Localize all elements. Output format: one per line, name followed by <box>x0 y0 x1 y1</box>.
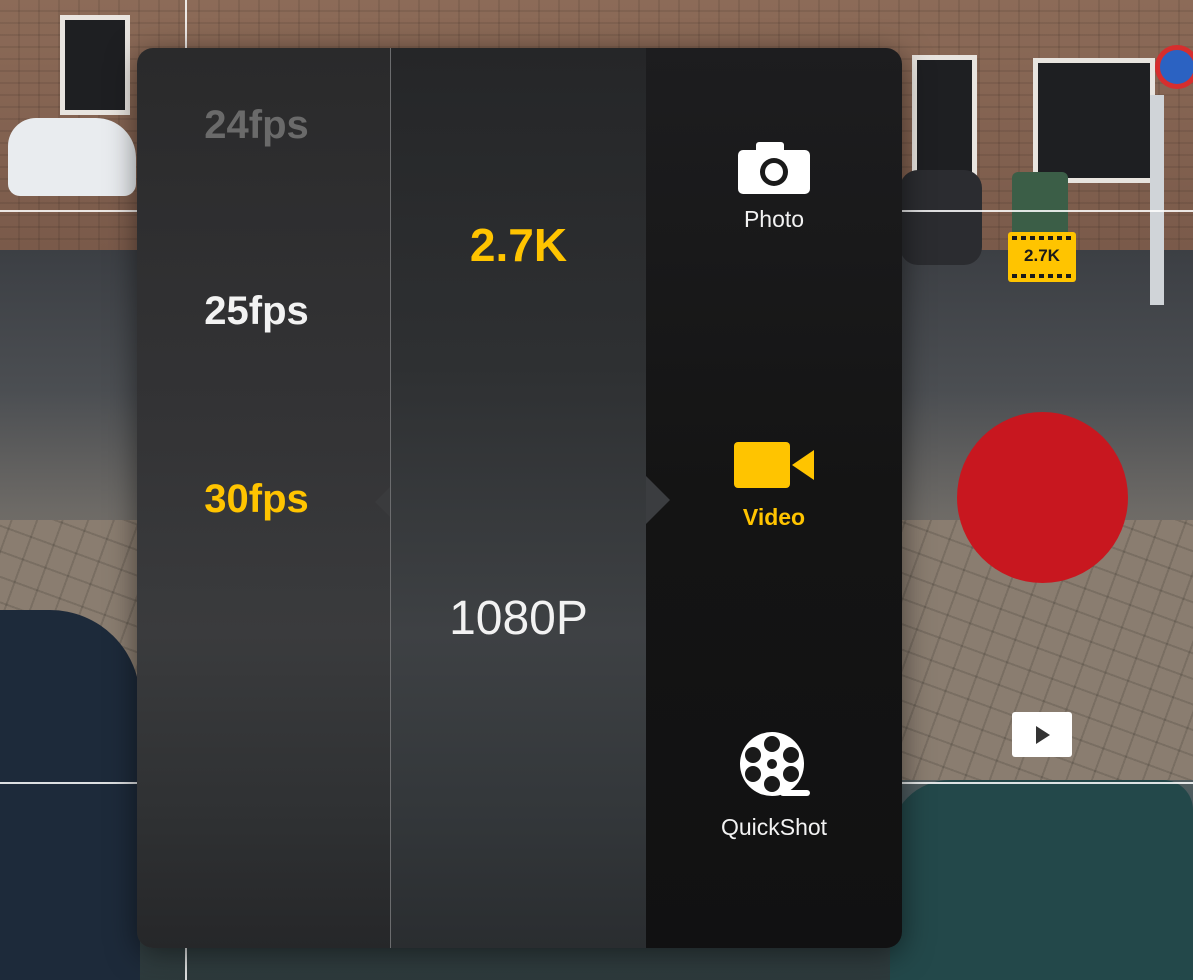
frame-rate-picker[interactable]: 24fps 25fps 30fps <box>137 48 391 948</box>
resolution-option-label: 2.7K <box>469 219 568 271</box>
viewfinder-car <box>900 170 982 265</box>
viewfinder-sign <box>1155 45 1193 89</box>
mode-quickshot-button[interactable]: QuickShot <box>646 728 902 841</box>
resolution-badge-label: 2.7K <box>1024 246 1060 265</box>
mode-video-button[interactable]: Video <box>646 436 902 531</box>
video-camera-icon <box>734 442 814 488</box>
fps-option-30[interactable]: 30fps <box>137 477 383 522</box>
capture-settings-panel: 24fps 25fps 30fps 2.7K 1080P Photo Video… <box>137 48 902 948</box>
mode-video-label: Video <box>742 504 806 530</box>
selection-indicator <box>375 486 391 518</box>
capture-mode-picker[interactable]: Photo Video QuickShot <box>646 48 902 948</box>
viewfinder-window <box>60 15 130 115</box>
mode-photo-button[interactable]: Photo <box>646 138 902 233</box>
fps-option-label: 24fps <box>204 103 309 147</box>
viewfinder-window <box>912 55 977 177</box>
camera-icon <box>738 142 810 194</box>
resolution-picker[interactable]: 2.7K 1080P <box>391 48 646 948</box>
fps-option-label: 25fps <box>204 289 309 333</box>
viewfinder-car <box>890 780 1193 980</box>
viewfinder-window <box>1033 58 1155 183</box>
mode-photo-label: Photo <box>743 206 805 232</box>
fps-option-24[interactable]: 24fps <box>137 103 383 148</box>
mode-quickshot-label: QuickShot <box>720 814 828 840</box>
resolution-option-2-7k[interactable]: 2.7K <box>391 218 646 272</box>
playback-button[interactable] <box>1012 712 1072 757</box>
viewfinder-car <box>0 610 140 980</box>
resolution-option-1080p[interactable]: 1080P <box>391 591 646 646</box>
fps-option-label: 30fps <box>204 477 309 521</box>
resolution-option-label: 1080P <box>449 592 588 645</box>
viewfinder-car <box>8 118 136 196</box>
viewfinder-pole <box>1150 95 1164 305</box>
resolution-badge: 2.7K <box>1008 232 1076 282</box>
fps-option-25[interactable]: 25fps <box>137 289 383 334</box>
film-reel-icon <box>740 732 810 796</box>
record-button[interactable] <box>957 412 1128 583</box>
